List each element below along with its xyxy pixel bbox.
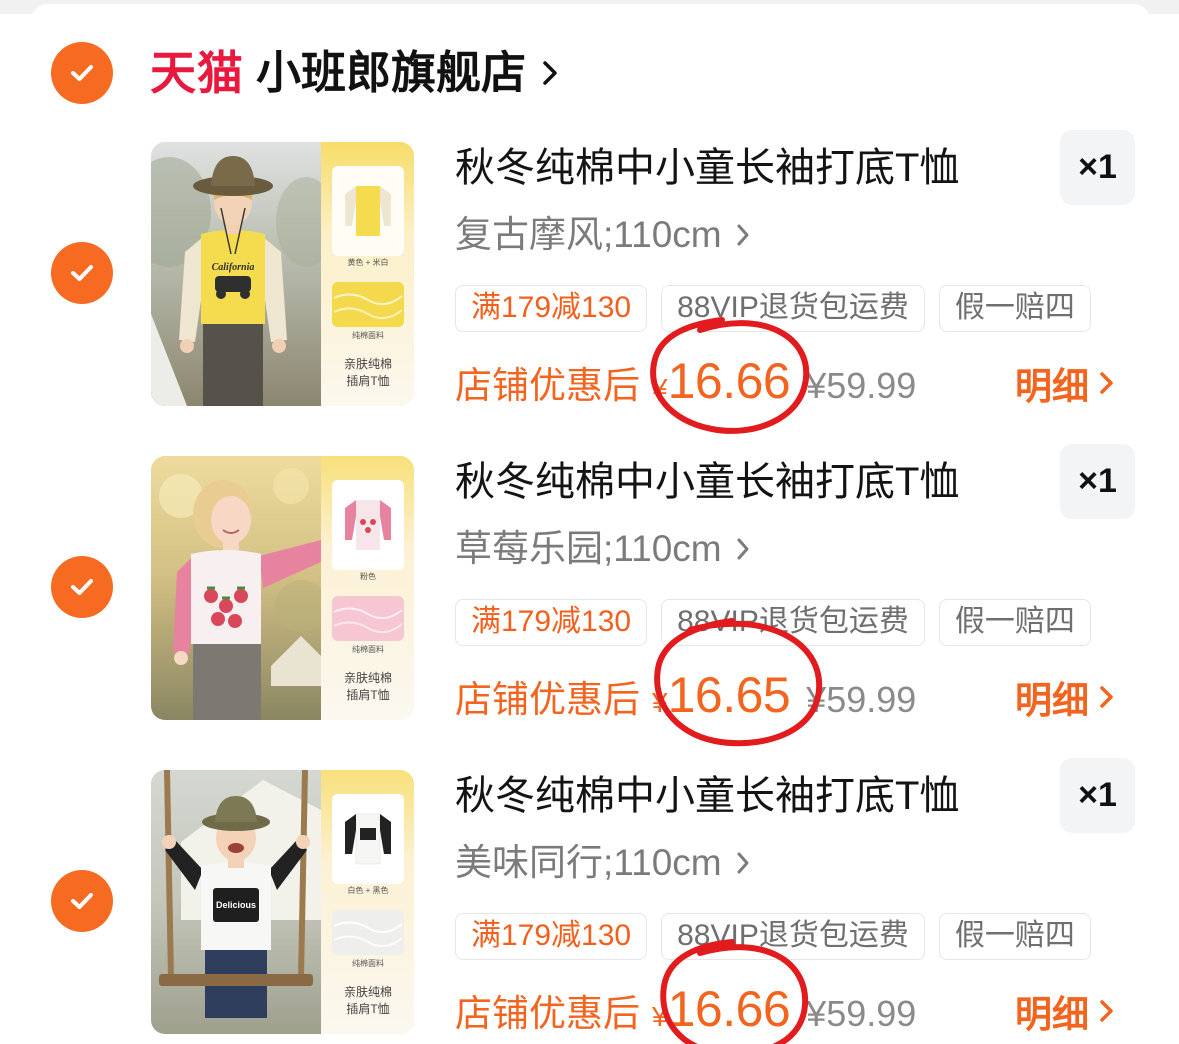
product-photo: Delicious 白色 + 黑色 纯棉面料 亲肤纯棉 插肩T恤 xyxy=(151,770,414,1034)
price-row: 店铺优惠后 ¥ 16.66 ¥59.99 xyxy=(455,980,916,1042)
product-title[interactable]: 秋冬纯棉中小童长袖打底T恤 xyxy=(455,459,959,505)
chevron-right-icon[interactable] xyxy=(540,58,560,88)
chevron-right-icon xyxy=(1100,1000,1113,1022)
chevron-right-icon xyxy=(737,852,749,874)
item-select-checkbox[interactable] xyxy=(51,870,113,932)
price-label: 店铺优惠后 xyxy=(455,679,640,720)
variant-text: 草莓乐园;110cm xyxy=(455,528,722,569)
product-image[interactable]: Delicious 白色 + 黑色 纯棉面料 亲肤纯棉 插肩T恤 xyxy=(151,770,414,1034)
promo-tags: 满179减130 88VIP退货包运费 假一赔四 xyxy=(455,285,1091,332)
guarantee-tag: 假一赔四 xyxy=(938,285,1091,332)
original-price: ¥59.99 xyxy=(806,679,917,720)
fabric-thumb xyxy=(332,282,404,327)
store-select-checkbox[interactable] xyxy=(51,42,113,104)
detail-label: 明细 xyxy=(1015,994,1089,1035)
discount-tag: 满179减130 xyxy=(455,285,648,332)
product-photo: 粉色 纯棉面料 亲肤纯棉 插肩T恤 xyxy=(151,456,414,720)
shirt-print-text: California xyxy=(212,262,255,273)
variant-text: 复古摩风;110cm xyxy=(455,214,722,255)
original-price: ¥59.99 xyxy=(806,365,917,406)
currency-symbol: ¥ xyxy=(652,373,668,404)
product-photo: California 黄色 + 米白 纯棉面料 亲肤纯棉 插肩T恤 xyxy=(151,142,414,406)
guarantee-tag: 假一赔四 xyxy=(938,913,1091,960)
price-row: 店铺优惠后 ¥ 16.66 ¥59.99 xyxy=(455,352,916,414)
detail-label: 明细 xyxy=(1015,680,1089,721)
price-detail-button[interactable]: 明细 xyxy=(1015,674,1115,721)
chevron-right-icon xyxy=(737,224,749,246)
shirt-print-text: Delicious xyxy=(216,900,256,910)
chevron-right-icon xyxy=(1100,372,1113,394)
swing-seat xyxy=(159,974,313,986)
promo-tags: 满179减130 88VIP退货包运费 假一赔四 xyxy=(455,913,1091,960)
final-price: 16.65 xyxy=(667,667,791,723)
price-row: 店铺优惠后 ¥ 16.65 ¥59.99 xyxy=(455,666,916,728)
store-header[interactable]: 天猫 小班郎旗舰店 xyxy=(150,43,560,103)
product-image[interactable]: 粉色 纯棉面料 亲肤纯棉 插肩T恤 xyxy=(151,456,414,720)
product-title[interactable]: 秋冬纯棉中小童长袖打底T恤 xyxy=(455,145,959,191)
cart-item: 粉色 纯棉面料 亲肤纯棉 插肩T恤 秋冬纯棉中小童长袖打底T恤 ×1 草莓乐园;… xyxy=(0,442,1179,742)
check-icon xyxy=(71,265,93,281)
discount-tag: 满179减130 xyxy=(455,599,648,646)
promo-tags: 满179减130 88VIP退货包运费 假一赔四 xyxy=(455,599,1091,646)
price-detail-button[interactable]: 明细 xyxy=(1015,360,1115,407)
quantity-button[interactable]: ×1 xyxy=(1060,758,1135,833)
original-price: ¥59.99 xyxy=(806,993,917,1034)
feature-line-1: 亲肤纯棉 xyxy=(344,356,392,371)
guarantee-tag: 假一赔四 xyxy=(938,599,1091,646)
vip-return-tag: 88VIP退货包运费 xyxy=(661,913,925,960)
fabric-label: 纯棉面料 xyxy=(352,958,384,968)
cart-item: California 黄色 + 米白 纯棉面料 亲肤纯棉 插肩T恤 秋冬纯棉中小… xyxy=(0,128,1179,428)
chevron-right-icon xyxy=(737,538,749,560)
vip-return-tag: 88VIP退货包运费 xyxy=(661,599,925,646)
price-detail-button[interactable]: 明细 xyxy=(1015,988,1115,1035)
product-title[interactable]: 秋冬纯棉中小童长袖打底T恤 xyxy=(455,773,959,819)
final-price: 16.66 xyxy=(667,981,791,1037)
feature-line-2: 插肩T恤 xyxy=(346,1001,389,1016)
check-icon xyxy=(71,893,93,909)
fabric-thumb xyxy=(332,910,404,955)
chevron-right-icon xyxy=(1100,686,1113,708)
fabric-label: 纯棉面料 xyxy=(352,330,384,340)
feature-line-2: 插肩T恤 xyxy=(346,687,389,702)
price-label: 店铺优惠后 xyxy=(455,993,640,1034)
product-image[interactable]: California 黄色 + 米白 纯棉面料 亲肤纯棉 插肩T恤 xyxy=(151,142,414,406)
quantity-button[interactable]: ×1 xyxy=(1060,130,1135,205)
fabric-label: 纯棉面料 xyxy=(352,644,384,654)
fabric-thumb xyxy=(332,596,404,641)
detail-label: 明细 xyxy=(1015,366,1089,407)
swing-rope xyxy=(164,770,174,979)
feature-line-1: 亲肤纯棉 xyxy=(344,670,392,685)
swatch-label: 粉色 xyxy=(360,571,376,581)
variant-text: 美味同行;110cm xyxy=(455,842,722,883)
vip-return-tag: 88VIP退货包运费 xyxy=(661,285,925,332)
feature-line-1: 亲肤纯棉 xyxy=(344,984,392,999)
currency-symbol: ¥ xyxy=(652,1001,668,1032)
platform-logo: 天猫 xyxy=(150,47,244,99)
item-select-checkbox[interactable] xyxy=(51,242,113,304)
swatch-label: 白色 + 黑色 xyxy=(347,885,388,895)
swing-rope xyxy=(298,770,308,979)
currency-symbol: ¥ xyxy=(652,687,668,718)
check-icon xyxy=(71,65,93,81)
item-select-checkbox[interactable] xyxy=(51,556,113,618)
check-icon xyxy=(71,579,93,595)
variant-selector[interactable]: 草莓乐园;110cm xyxy=(455,527,750,571)
quantity-button[interactable]: ×1 xyxy=(1060,444,1135,519)
swatch-label: 黄色 + 米白 xyxy=(347,257,388,267)
price-label: 店铺优惠后 xyxy=(455,365,640,406)
store-name[interactable]: 小班郎旗舰店 xyxy=(256,45,526,101)
discount-tag: 满179减130 xyxy=(455,913,648,960)
cart-item: Delicious 白色 + 黑色 纯棉面料 亲肤纯棉 插肩T恤 秋冬纯棉中小童… xyxy=(0,756,1179,1044)
variant-selector[interactable]: 美味同行;110cm xyxy=(455,841,750,885)
variant-selector[interactable]: 复古摩风;110cm xyxy=(455,213,750,257)
final-price: 16.66 xyxy=(667,353,791,409)
feature-line-2: 插肩T恤 xyxy=(346,373,389,388)
